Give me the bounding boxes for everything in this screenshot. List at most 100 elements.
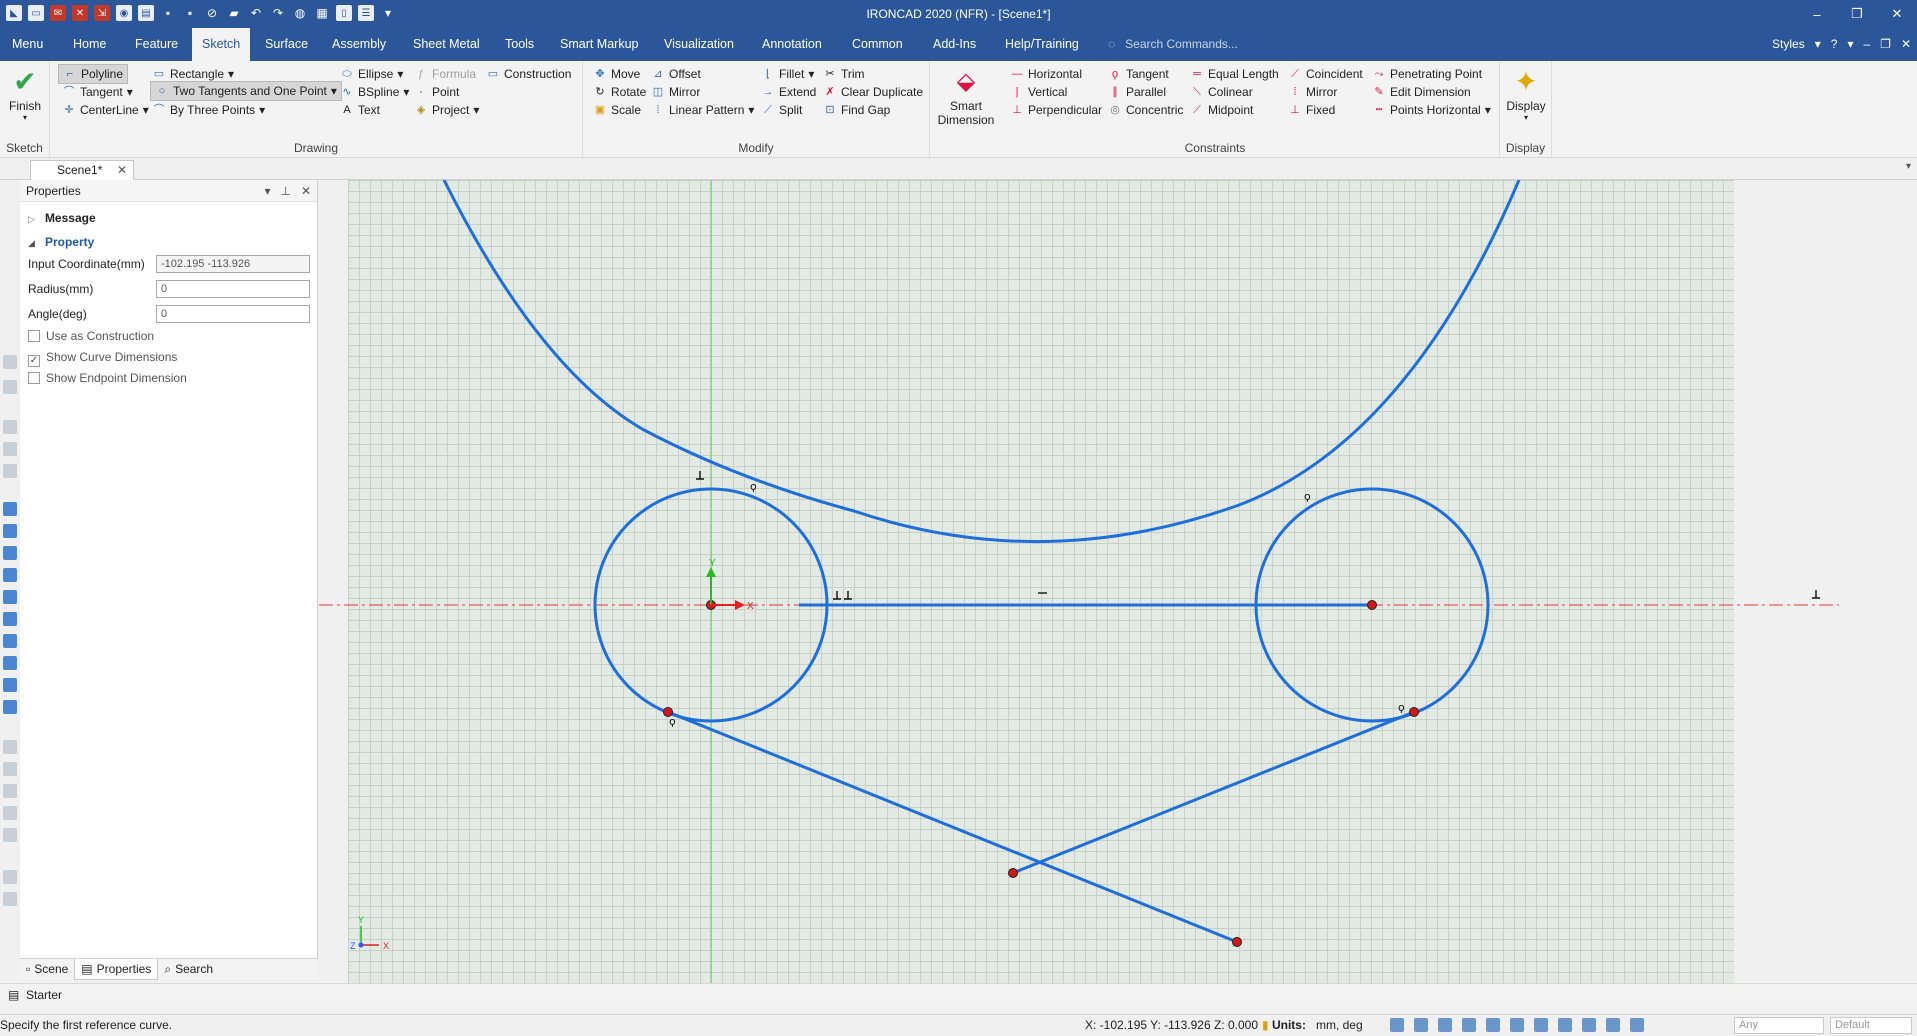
lower-crossing-line-2[interactable] [1012, 710, 1415, 875]
shape-icon[interactable] [3, 612, 17, 626]
show-curve-dimensions-checkbox[interactable]: ✓ Show Curve Dimensions [28, 347, 177, 367]
penetrating-point-button[interactable]: ⤳ Penetrating Point [1372, 64, 1482, 84]
select-icon[interactable] [1606, 1018, 1620, 1032]
trim-button[interactable]: ✂ Trim [823, 64, 864, 84]
tangent-glyph-icon[interactable]: ϙ [1398, 701, 1405, 714]
sync-icon[interactable] [1534, 1018, 1548, 1032]
show-endpoint-dimension-checkbox[interactable]: Show Endpoint Dimension [28, 368, 187, 388]
tab-common[interactable]: Common [842, 28, 913, 61]
shape-icon[interactable] [3, 568, 17, 582]
offset-button[interactable]: ⊿ Offset [651, 64, 700, 84]
tangent-glyph-icon[interactable]: ϙ [1304, 490, 1311, 503]
selection-filter-combo[interactable]: Any [1734, 1017, 1824, 1034]
two-tangents-button[interactable]: ○ Two Tangents and One Point ▾ [150, 81, 342, 101]
fixed-button[interactable]: ⊥ Fixed [1288, 100, 1335, 120]
vertical-constraint-button[interactable]: | Vertical [1010, 82, 1068, 102]
horizontal-constraint-button[interactable]: — Horizontal [1010, 64, 1083, 84]
message-section[interactable]: ▷ Message [28, 208, 96, 228]
tab-assembly[interactable]: Assembly [322, 28, 396, 61]
finish-button[interactable]: ✔ Finish ▾ [4, 65, 46, 122]
parallel-constraint-button[interactable]: ∥ Parallel [1108, 82, 1166, 102]
tab-search[interactable]: ⌕ Search [158, 959, 219, 980]
concentric-constraint-button[interactable]: ◎ Concentric [1108, 100, 1183, 120]
radius-field[interactable]: 0 [156, 280, 310, 298]
zoom-icon[interactable] [1390, 1018, 1404, 1032]
tab-properties[interactable]: ▤ Properties [74, 959, 159, 980]
close-icon[interactable]: ✕ [301, 180, 311, 202]
view-icon[interactable] [1438, 1018, 1452, 1032]
chevron-down-icon[interactable]: ▾ [1847, 37, 1853, 51]
styles-dropdown[interactable]: Styles [1772, 37, 1805, 51]
smart-dimension-button[interactable]: ⬙ Smart Dimension [936, 65, 996, 127]
doc-minimize-icon[interactable]: – [1863, 37, 1870, 51]
extend-button[interactable]: → Extend [761, 82, 817, 102]
angle-field[interactable]: 0 [156, 305, 310, 323]
tool-icon[interactable] [3, 420, 17, 434]
section-icon[interactable] [1486, 1018, 1500, 1032]
tab-menu[interactable]: Menu [2, 28, 53, 61]
shape-icon[interactable] [3, 502, 17, 516]
lower-crossing-line-1[interactable] [667, 710, 1238, 944]
clear-duplicate-button[interactable]: ✗ Clear Duplicate [823, 82, 923, 102]
tangent-constraint-button[interactable]: ϙ Tangent [1108, 64, 1169, 84]
tool-icon[interactable] [3, 380, 17, 394]
doc-restore-icon[interactable]: ❐ [1880, 37, 1891, 51]
construction-button[interactable]: ▭ Construction [486, 64, 572, 84]
display-button[interactable]: ✦ Display ▾ [1504, 65, 1548, 122]
scale-button[interactable]: ▣ Scale [593, 100, 641, 120]
coincident-button[interactable]: ⟋ Coincident [1288, 64, 1363, 84]
tab-sketch[interactable]: Sketch [192, 28, 251, 61]
point-button[interactable]: · Point [414, 82, 459, 102]
colinear-button[interactable]: ⟍ Colinear [1190, 82, 1253, 102]
points-horizontal-button[interactable]: ┅ Points Horizontal ▾ [1372, 100, 1491, 120]
zoom-window-icon[interactable] [1414, 1018, 1428, 1032]
camera-view-icon[interactable] [1510, 1018, 1524, 1032]
pointer-icon[interactable] [1630, 1018, 1644, 1032]
close-tab-icon[interactable]: ✕ [117, 161, 127, 179]
input-coordinate-field[interactable]: -102.195 -113.926 [156, 255, 310, 273]
rotate-button[interactable]: ↻ Rotate [593, 82, 646, 102]
tab-annotation[interactable]: Annotation [752, 28, 832, 61]
starter-icon[interactable]: ▤ [8, 988, 19, 1002]
doc-close-icon[interactable]: ✕ [1901, 37, 1911, 51]
large-tangent-arc[interactable] [442, 180, 1521, 544]
by-three-points-button[interactable]: ⌒ By Three Points ▾ [152, 100, 266, 120]
ellipse-button[interactable]: ⬭ Ellipse ▾ [340, 64, 403, 84]
shape-icon[interactable] [3, 546, 17, 560]
units-display[interactable]: ▮ Units: mm, deg [1262, 1015, 1363, 1036]
shape-icon[interactable] [3, 590, 17, 604]
tangent-glyph-icon[interactable]: ϙ [669, 715, 676, 728]
right-tangent-point[interactable] [1409, 707, 1419, 717]
help-icon[interactable]: ? [1831, 37, 1838, 51]
search-commands-input[interactable]: ◌ Search Commands... [1108, 28, 1238, 61]
shape-icon[interactable] [3, 700, 17, 714]
pin-icon[interactable]: ⊥ [280, 180, 290, 202]
tangent-glyph-icon[interactable]: ϙ [750, 480, 757, 493]
tool-icon[interactable] [3, 806, 17, 820]
shape-icon[interactable] [3, 524, 17, 538]
sketch-canvas[interactable]: X Y ϙ ϙ ϙ ϙ X Y Z [319, 180, 1917, 983]
doc-tab-scene1[interactable]: Scene1* ✕ [30, 160, 134, 180]
right-center-point[interactable] [1367, 600, 1377, 610]
move-button[interactable]: ✥ Move [593, 64, 640, 84]
midpoint-button[interactable]: ⟋ Midpoint [1190, 100, 1253, 120]
tool-icon[interactable] [3, 355, 17, 369]
perpendicular-glyph-icon[interactable] [1812, 590, 1820, 599]
find-gap-button[interactable]: ⊡ Find Gap [823, 100, 890, 120]
tool-icon[interactable] [3, 892, 17, 906]
split-button[interactable]: ⟋ Split [761, 100, 802, 120]
equal-length-button[interactable]: ═ Equal Length [1190, 64, 1279, 84]
tab-tools[interactable]: Tools [495, 28, 544, 61]
double-perpendicular-glyph-icon[interactable] [833, 591, 852, 600]
polyline-button[interactable]: ⌐ Polyline [58, 64, 129, 84]
tab-help-training[interactable]: Help/Training [995, 28, 1089, 61]
render-icon[interactable] [1462, 1018, 1476, 1032]
starter-label[interactable]: Starter [26, 988, 62, 1002]
chevron-down-icon[interactable]: ▾ [1815, 37, 1821, 51]
tool-icon[interactable] [3, 464, 17, 478]
shape-icon[interactable] [3, 656, 17, 670]
tool-icon[interactable] [3, 784, 17, 798]
tab-add-ins[interactable]: Add-Ins [923, 28, 986, 61]
tool-icon[interactable] [3, 870, 17, 884]
display-mode-icon[interactable] [1582, 1018, 1596, 1032]
